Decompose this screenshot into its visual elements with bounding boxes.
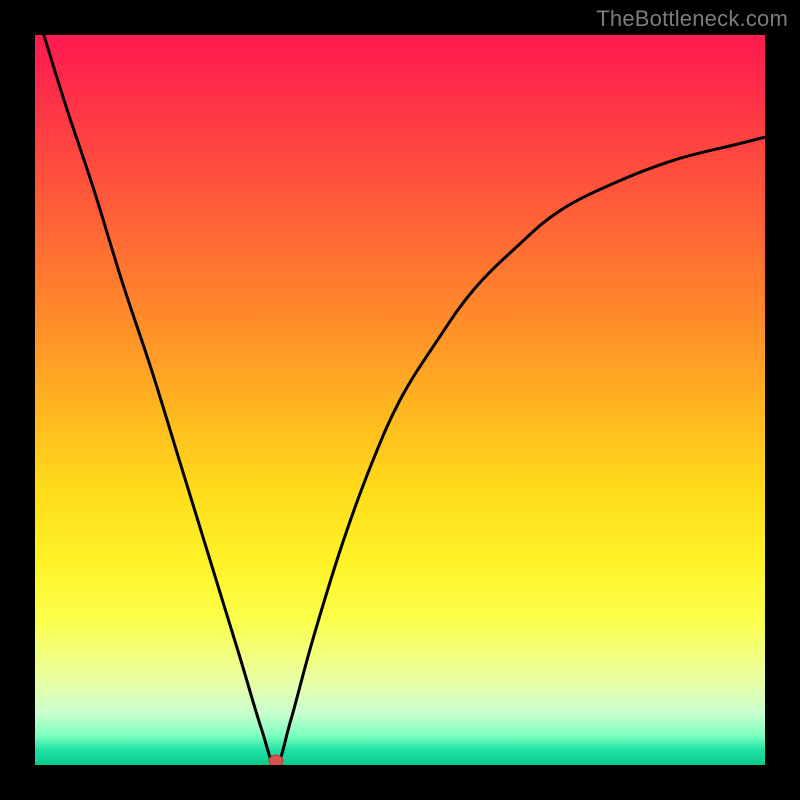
bottleneck-curve — [35, 35, 765, 765]
curve-minimum-marker — [269, 755, 283, 765]
watermark-text: TheBottleneck.com — [596, 6, 788, 32]
plot-area — [35, 35, 765, 765]
curve-svg — [35, 35, 765, 765]
chart-frame: TheBottleneck.com — [0, 0, 800, 800]
